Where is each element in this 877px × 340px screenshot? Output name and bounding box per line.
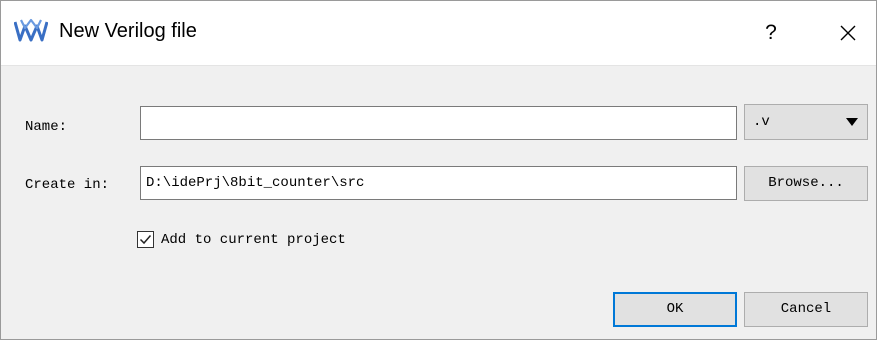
name-input[interactable] xyxy=(140,106,737,140)
close-icon[interactable] xyxy=(830,17,866,49)
add-to-project-label[interactable]: Add to current project xyxy=(161,232,346,248)
ok-button-label: OK xyxy=(666,301,684,317)
new-verilog-file-dialog: New Verilog file ? Name: .v Create in: D… xyxy=(0,0,877,340)
checkmark-icon xyxy=(139,235,152,245)
dialog-title: New Verilog file xyxy=(59,20,197,42)
title-bar: New Verilog file ? xyxy=(1,1,876,66)
cancel-button[interactable]: Cancel xyxy=(744,292,868,327)
chevron-down-icon xyxy=(846,118,858,126)
gowin-logo-icon xyxy=(14,18,48,42)
browse-button-label: Browse... xyxy=(768,175,844,191)
add-to-project-checkbox[interactable] xyxy=(137,231,154,248)
extension-select[interactable]: .v xyxy=(744,104,868,140)
name-label: Name: xyxy=(25,119,68,135)
create-in-label: Create in: xyxy=(25,177,110,193)
browse-button[interactable]: Browse... xyxy=(744,166,868,201)
help-button[interactable]: ? xyxy=(753,17,789,49)
cancel-button-label: Cancel xyxy=(780,301,832,317)
ok-button[interactable]: OK xyxy=(613,292,737,327)
extension-value: .v xyxy=(753,114,770,130)
create-in-input[interactable]: D:\idePrj\8bit_counter\src xyxy=(140,166,737,200)
create-in-input-value: D:\idePrj\8bit_counter\src xyxy=(146,175,365,191)
